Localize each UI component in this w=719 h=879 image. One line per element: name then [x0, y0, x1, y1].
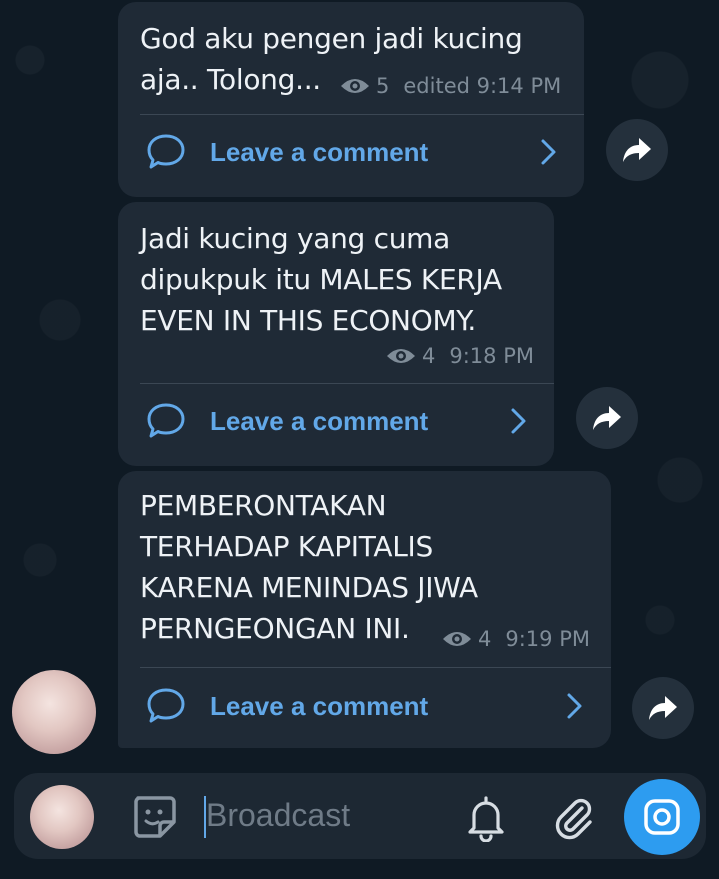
bell-icon[interactable] — [464, 794, 508, 842]
eye-icon — [387, 349, 415, 363]
message-meta: 4 9:18 PM — [386, 344, 534, 368]
leave-comment-label: Leave a comment — [210, 136, 429, 167]
eye-icon — [443, 632, 471, 646]
forward-arrow-icon — [623, 138, 651, 162]
leave-comment-button[interactable]: Leave a comment — [146, 132, 428, 172]
message-time: 9:19 PM — [505, 627, 590, 651]
chevron-right-icon[interactable] — [508, 407, 528, 435]
view-count: 4 — [478, 627, 492, 651]
forward-arrow-icon — [593, 406, 621, 430]
comment-bubble-icon — [147, 134, 185, 169]
message-text: PEMBERONTAKAN TERHADAP KAPITALIS KARENA … — [140, 489, 478, 645]
leave-comment-button[interactable]: Leave a comment — [146, 401, 428, 441]
divider — [140, 383, 554, 384]
share-button[interactable] — [606, 119, 668, 181]
view-count: 4 — [422, 344, 436, 368]
share-button[interactable] — [576, 387, 638, 449]
message-meta: 5 edited 9:14 PM — [340, 74, 561, 98]
leave-comment-label: Leave a comment — [210, 405, 429, 436]
broadcast-input[interactable]: Broadcast — [206, 797, 350, 834]
leave-comment-label: Leave a comment — [210, 690, 429, 721]
chevron-right-icon[interactable] — [538, 138, 558, 166]
paperclip-icon[interactable] — [552, 794, 596, 842]
composer-bar — [14, 773, 706, 859]
comment-bubble-icon — [147, 403, 185, 438]
send-as-avatar[interactable] — [30, 785, 94, 849]
share-button[interactable] — [632, 677, 694, 739]
divider — [140, 114, 584, 115]
chevron-right-icon[interactable] — [564, 692, 584, 720]
channel-avatar[interactable] — [12, 670, 96, 754]
message-bubble[interactable]: Jadi kucing yang cuma dipukpuk itu MALES… — [118, 202, 554, 466]
message-meta: 4 9:19 PM — [442, 627, 590, 651]
message-bubble[interactable]: PEMBERONTAKAN TERHADAP KAPITALIS KARENA … — [118, 471, 611, 748]
forward-arrow-icon — [649, 696, 677, 720]
leave-comment-button[interactable]: Leave a comment — [146, 686, 428, 726]
message-bubble[interactable]: God aku pengen jadi kucing aja.. Tolong.… — [118, 2, 584, 197]
view-count: 5 — [376, 74, 390, 98]
message-time: 9:18 PM — [449, 344, 534, 368]
comment-bubble-icon — [147, 688, 185, 723]
camera-icon — [644, 799, 680, 835]
eye-icon — [341, 79, 369, 93]
camera-button[interactable] — [624, 779, 700, 855]
message-time: edited 9:14 PM — [403, 74, 562, 98]
message-text: Jadi kucing yang cuma dipukpuk itu MALES… — [140, 222, 502, 337]
divider — [140, 667, 611, 668]
sticker-icon[interactable] — [130, 792, 178, 840]
